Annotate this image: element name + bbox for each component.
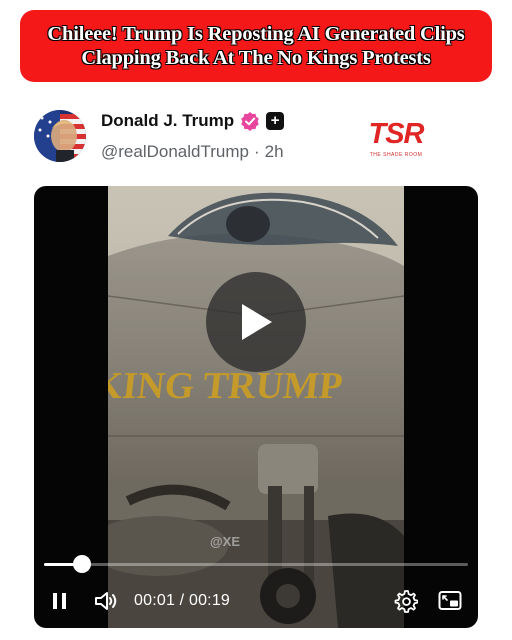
picture-in-picture-icon[interactable]: [438, 590, 462, 612]
headline-line-1: Chileee! Trump Is Reposting AI Generated…: [47, 23, 465, 45]
volume-icon[interactable]: [94, 590, 118, 612]
player-controls: 00:01 / 00:19: [34, 586, 478, 616]
brand-logo: TSR THE SHADE ROOM: [358, 118, 434, 164]
meta-separator: ·: [253, 142, 260, 161]
plus-icon[interactable]: +: [266, 112, 285, 130]
verified-badge-icon: [241, 112, 259, 131]
progress-bar[interactable]: [44, 555, 468, 573]
pause-icon[interactable]: [52, 592, 68, 610]
author-name[interactable]: Donald J. Trump: [101, 111, 234, 131]
video-watermark: @XE: [210, 534, 241, 549]
video-player[interactable]: KING TRUMP @XE 00:01 / 00:19: [34, 186, 478, 628]
avatar[interactable]: [34, 110, 86, 162]
brand-logo-tagline: THE SHADE ROOM: [369, 152, 423, 158]
post-meta: @realDonaldTrump · 2h: [101, 142, 284, 162]
play-icon: [242, 304, 272, 340]
progress-thumb[interactable]: [73, 555, 92, 573]
video-frame: KING TRUMP: [108, 186, 404, 628]
headline-banner: Chileee! Trump Is Reposting AI Generated…: [20, 10, 492, 82]
headline-line-2: Clapping Back At The No Kings Protests: [81, 47, 431, 69]
post-time[interactable]: 2h: [265, 142, 284, 161]
brand-logo-letters: TSR: [368, 118, 425, 150]
author-handle[interactable]: @realDonaldTrump: [101, 142, 249, 161]
gear-icon[interactable]: [394, 589, 418, 613]
aircraft-text: KING TRUMP: [108, 365, 345, 407]
play-button[interactable]: [206, 272, 306, 372]
time-display: 00:01 / 00:19: [134, 592, 231, 609]
